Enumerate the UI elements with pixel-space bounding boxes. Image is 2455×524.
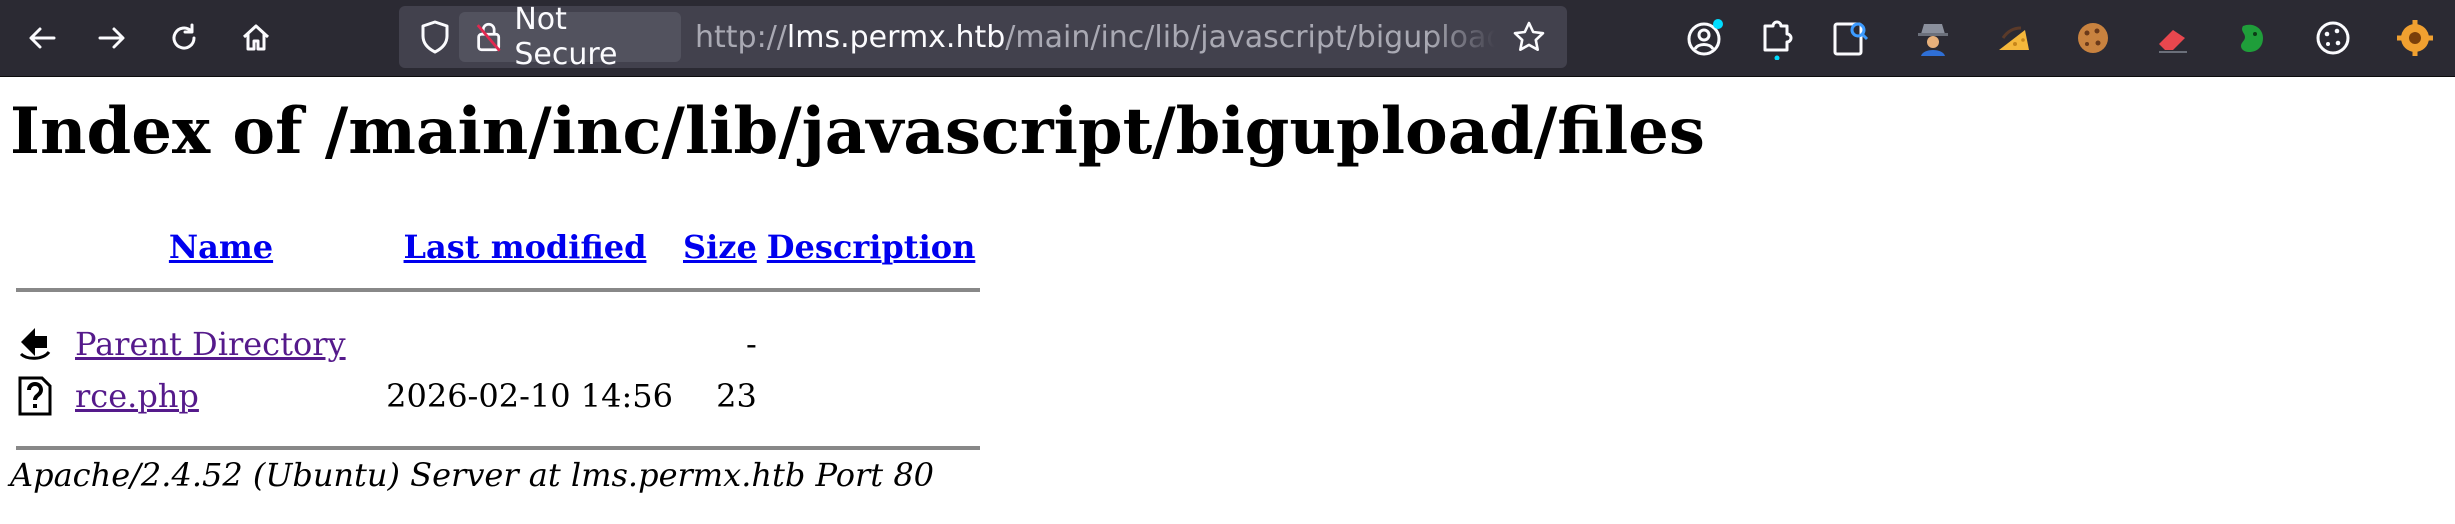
url-host: lms.permx.htb [786, 19, 1006, 55]
size-column-header: Size [678, 206, 762, 288]
address-bar[interactable]: Not Secure http://lms.permx.htb/main/inc… [399, 2, 1567, 72]
back-button[interactable] [16, 12, 68, 64]
green-extension-button[interactable] [2227, 12, 2279, 64]
orange-gear-icon [2397, 20, 2433, 56]
back-arrow-icon [29, 27, 56, 49]
table-cell-description [762, 318, 981, 370]
forward-arrow-icon [98, 27, 125, 49]
forward-button[interactable] [86, 12, 138, 64]
screenshot-extension-button[interactable] [1825, 12, 1877, 64]
cookie-icon [2078, 23, 2108, 53]
cookie-outline-extension-button[interactable] [2307, 12, 2359, 64]
table-row: Parent Directory - [10, 318, 980, 370]
page-title: Index of /main/inc/lib/javascript/bigupl… [10, 94, 1705, 169]
table-cell-name: rce.php [70, 370, 372, 422]
browser-toolbar: Not Secure http://lms.permx.htb/main/inc… [0, 0, 2455, 77]
eraser-icon [2159, 30, 2187, 53]
table-cell-name: Parent Directory [70, 318, 372, 370]
table-cell-size: 23 [716, 377, 757, 415]
not-secure-label: Not Secure [514, 2, 618, 72]
sort-by-size-link[interactable]: Size [683, 228, 757, 266]
directory-listing-table: Name Last modified Size Description Pare… [10, 206, 981, 450]
screen-search-icon [1833, 22, 1869, 56]
green-beast-icon [2241, 24, 2263, 52]
table-header-row: Name Last modified Size Description [10, 206, 980, 288]
parent-directory-icon [19, 328, 51, 360]
home-button[interactable] [230, 12, 282, 64]
bookmark-button[interactable] [1503, 11, 1555, 63]
reload-icon [172, 23, 196, 50]
table-cell-icon [10, 370, 70, 422]
url-path: /main/inc/lib/javascript/bigupload/files [1005, 19, 1495, 55]
unknown-file-icon [18, 376, 52, 416]
name-column-header: Name [70, 206, 372, 288]
tracking-protection-button[interactable] [409, 6, 461, 68]
table-row: rce.php 2026-02-10 14:56 23 [10, 370, 980, 422]
detective-icon [1918, 24, 1948, 56]
wappalyzer-extension-button[interactable] [1987, 12, 2039, 64]
star-icon [1513, 21, 1545, 51]
home-icon [242, 24, 270, 51]
account-button[interactable] [1679, 12, 1731, 64]
sort-by-last-modified-link[interactable]: Last modified [404, 228, 647, 266]
table-cell-size: - [745, 325, 757, 363]
sort-by-description-link[interactable]: Description [767, 228, 976, 266]
description-column-header: Description [762, 206, 981, 288]
table-cell-description [762, 370, 981, 422]
cheese-hat-icon [1999, 26, 2029, 50]
icon-column-header [10, 206, 70, 288]
reload-button[interactable] [158, 12, 210, 64]
table-divider-row [10, 446, 981, 450]
table-cell-icon [10, 318, 70, 370]
table-cell-last-modified [372, 318, 678, 370]
cookie-outline-icon [2316, 21, 2350, 55]
puzzle-piece-icon [1763, 20, 1793, 60]
eraser-extension-button[interactable] [2147, 12, 2199, 64]
table-cell-last-modified: 2026-02-10 14:56 [386, 377, 673, 415]
extensions-button[interactable] [1751, 12, 1803, 64]
horizontal-rule [16, 446, 981, 450]
table-spacer-row [10, 292, 980, 318]
account-icon [1687, 19, 1723, 56]
spy-extension-button[interactable] [1907, 12, 1959, 64]
shield-icon [421, 20, 449, 54]
parent-directory-link[interactable]: Parent Directory [75, 325, 346, 363]
site-security-button[interactable]: Not Secure [459, 2, 681, 72]
insecure-lock-icon [476, 22, 501, 52]
hackbar-extension-button[interactable] [2389, 12, 2441, 64]
table-spacer-row [10, 422, 980, 446]
file-link[interactable]: rce.php [75, 377, 199, 415]
sort-by-name-link[interactable]: Name [169, 228, 273, 266]
cookie-editor-button[interactable] [2067, 12, 2119, 64]
server-signature: Apache/2.4.52 (Ubuntu) Server at lms.per… [10, 456, 935, 494]
url-text[interactable]: http://lms.permx.htb/main/inc/lib/javasc… [695, 6, 1495, 68]
url-scheme: http:// [695, 19, 787, 55]
last-modified-column-header: Last modified [372, 206, 678, 288]
